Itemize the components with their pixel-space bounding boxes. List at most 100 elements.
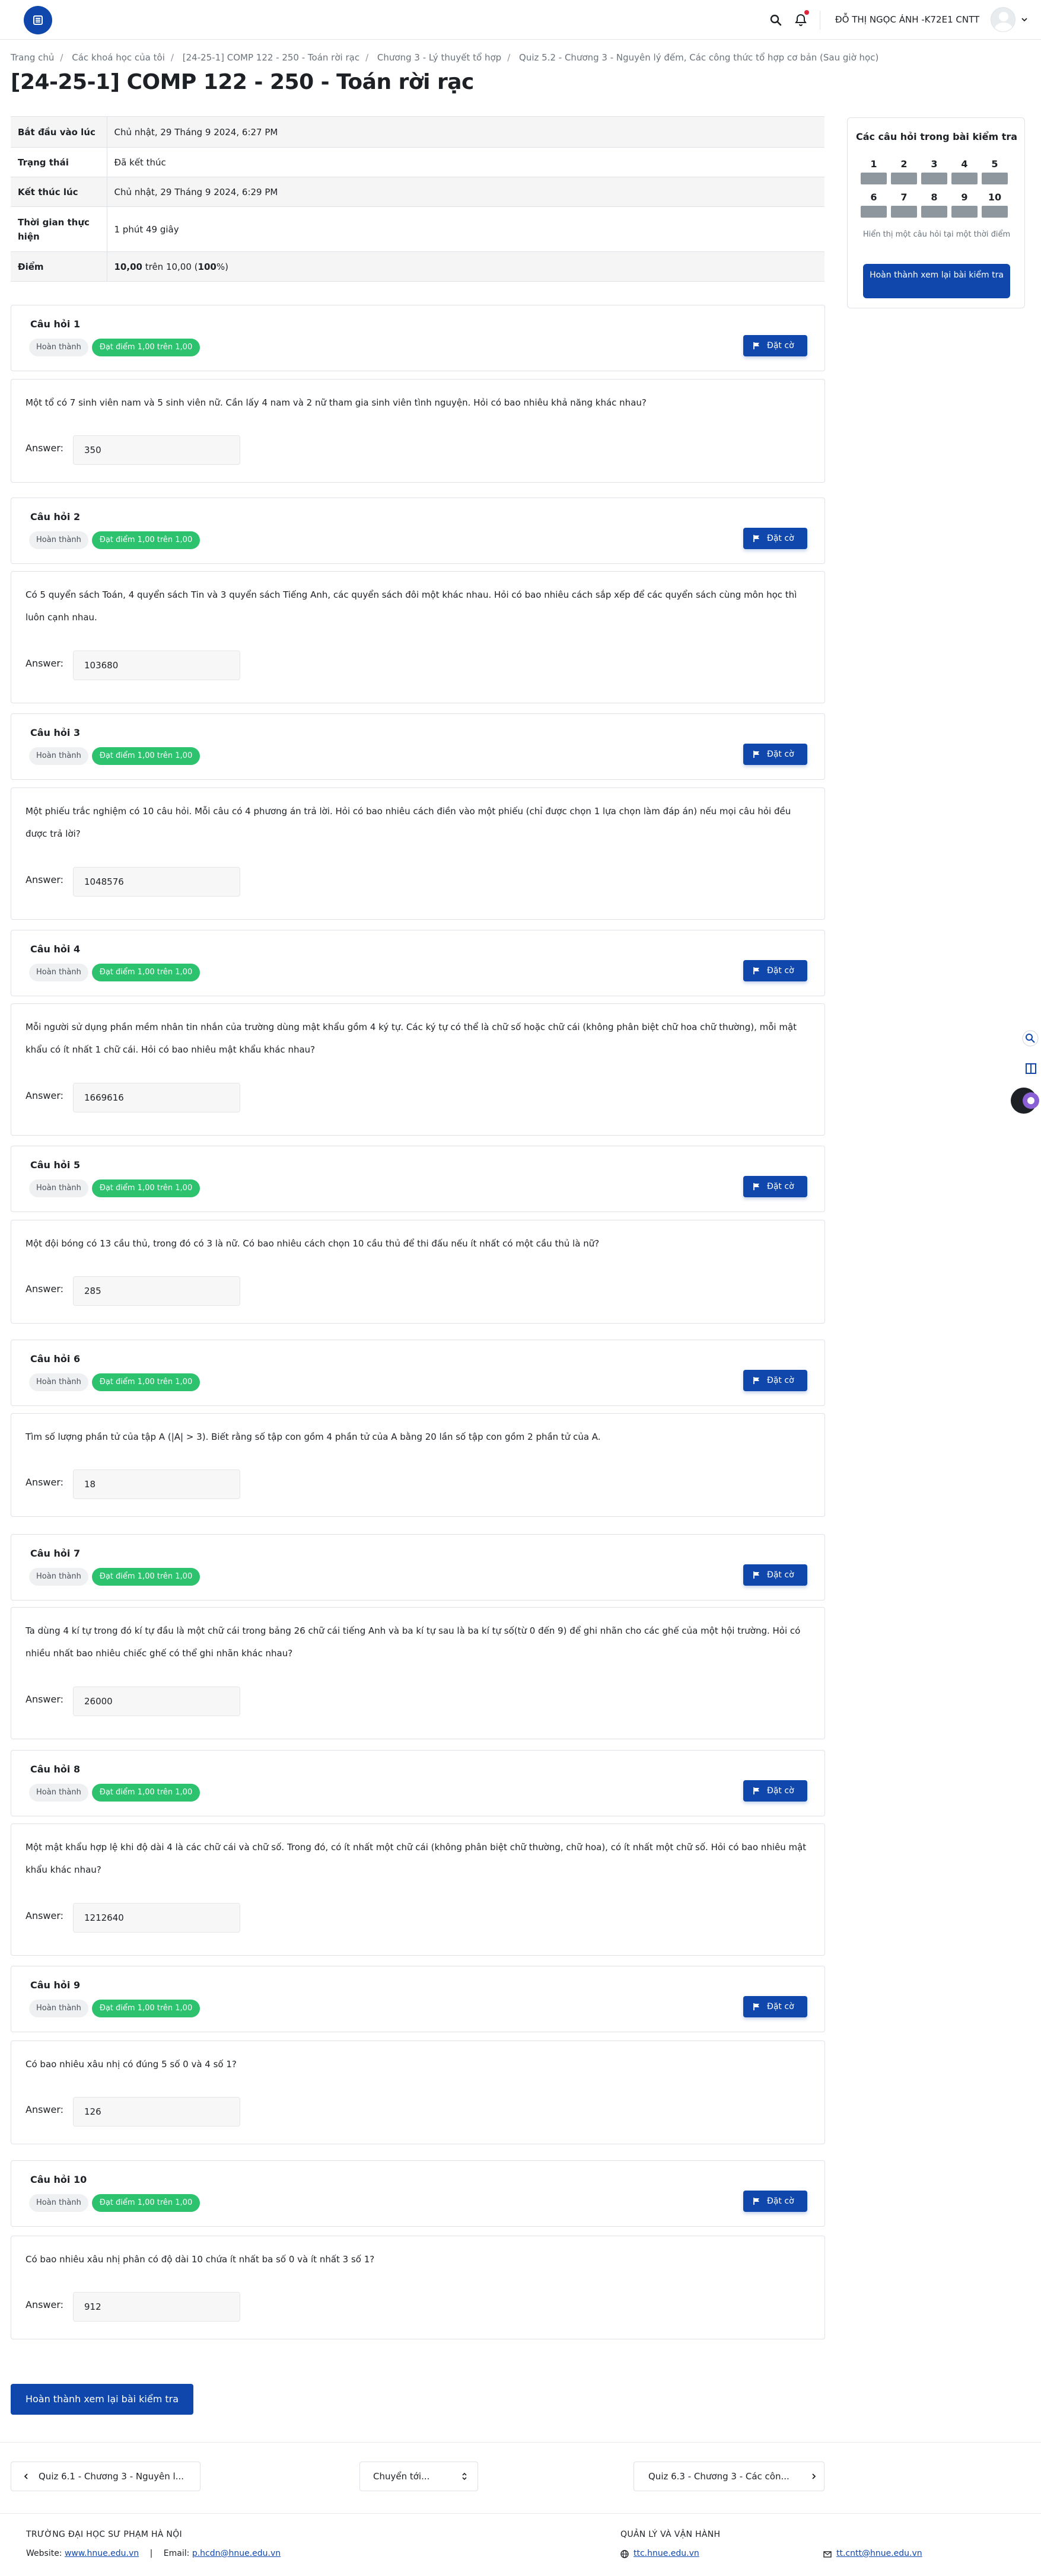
quiz-nav-button-number: 4 xyxy=(961,158,968,170)
bell-icon[interactable] xyxy=(794,13,808,27)
question-number: Câu hỏi 6 xyxy=(30,1353,81,1364)
quiz-nav-button[interactable]: 4 xyxy=(951,157,978,186)
finish-review-button[interactable]: Hoàn thành xem lại bài kiểm tra xyxy=(863,264,1010,298)
question-text: Một đội bóng có 13 cầu thủ, trong đó có … xyxy=(26,1238,600,1249)
flag-icon xyxy=(753,1183,759,1190)
quiz-nav-button[interactable]: 2 xyxy=(891,157,917,186)
question-content: Một đội bóng có 13 cầu thủ, trong đó có … xyxy=(11,1220,825,1324)
quiz-nav-button[interactable]: 7 xyxy=(891,190,917,219)
chat-widget-icon[interactable] xyxy=(1008,1085,1041,1116)
question-grade-badge: Đạt điểm 1,00 trên 1,00 xyxy=(92,2194,200,2212)
show-one-page-link[interactable]: Hiển thị một câu hỏi tại một thời điểm xyxy=(859,229,1014,240)
flag-icon xyxy=(753,967,759,974)
search-icon[interactable] xyxy=(769,13,783,27)
quiz-nav-button[interactable]: 8 xyxy=(921,190,947,219)
answer-field[interactable]: 1669616 xyxy=(73,1083,240,1112)
answer-label: Answer: xyxy=(26,1090,64,1101)
question-info: Câu hỏi 6 Hoàn thành Đạt điểm 1,00 trên 1,… xyxy=(11,1340,825,1406)
question-content: Có bao nhiêu xâu nhị phân có độ dài 10 c… xyxy=(11,2236,825,2339)
question-grade-badge: Đạt điểm 1,00 trên 1,00 xyxy=(92,1373,200,1391)
top-navbar: ĐỖ THỊ NGỌC ÁNH -K72E1 CNTT xyxy=(0,0,1041,40)
chevron-down-icon[interactable] xyxy=(1020,15,1029,24)
footer-contact: Website: www.hnue.edu.vn | Email: p.hcdn… xyxy=(26,2549,281,2558)
summary-label: Kết thúc lúc xyxy=(11,177,107,207)
question-grade-badge: Đạt điểm 1,00 trên 1,00 xyxy=(92,747,200,765)
quiz-nav-button[interactable]: 10 xyxy=(982,190,1008,219)
quiz-nav-status-bar xyxy=(921,173,947,184)
quiz-nav-status-bar xyxy=(951,206,978,218)
question-number: Câu hỏi 3 xyxy=(30,727,81,738)
summary-label: Trạng thái xyxy=(11,147,107,177)
question-number: Câu hỏi 9 xyxy=(30,1979,81,1991)
grade-percent: 100 xyxy=(198,261,217,272)
reader-widget-icon[interactable] xyxy=(1024,1061,1038,1076)
breadcrumb-section[interactable]: Chương 3 - Lý thuyết tổ hợp xyxy=(377,52,501,63)
question-number: Câu hỏi 10 xyxy=(30,2174,87,2185)
quiz-nav-button[interactable]: 9 xyxy=(951,190,978,219)
question-grade-badge: Đạt điểm 1,00 trên 1,00 xyxy=(92,531,200,549)
question-number: Câu hỏi 1 xyxy=(30,318,81,330)
question-text: Một tổ có 7 sinh viên nam và 5 sinh viên… xyxy=(26,397,647,408)
quiz-nav-button-number: 7 xyxy=(900,192,908,203)
next-activity-link[interactable]: Quiz 6.3 - Chương 3 - Các côn... xyxy=(633,2462,824,2491)
answer-field[interactable]: 126 xyxy=(73,2097,240,2127)
answer-field[interactable]: 285 xyxy=(73,1276,240,1306)
flag-question-button[interactable]: Đặt cờ xyxy=(743,335,807,356)
admin-email-link[interactable]: tt.cntt@hnue.edu.vn xyxy=(836,2549,922,2558)
quiz-nav-button[interactable]: 1 xyxy=(861,157,887,186)
flag-question-label: Đặt cờ xyxy=(767,534,794,543)
answer-field[interactable]: 1048576 xyxy=(73,867,240,897)
flag-question-button[interactable]: Đặt cờ xyxy=(743,1996,807,2017)
jump-to-select[interactable]: Chuyển tới... xyxy=(359,2462,478,2491)
quiz-nav-button-number: 9 xyxy=(961,192,968,203)
flag-question-button[interactable]: Đặt cờ xyxy=(743,2191,807,2212)
next-activity-label: Quiz 6.3 - Chương 3 - Các côn... xyxy=(648,2471,789,2482)
answer-field[interactable]: 1212640 xyxy=(73,1903,240,1933)
flag-question-button[interactable]: Đặt cờ xyxy=(743,1780,807,1802)
question-info: Câu hỏi 10 Hoàn thành Đạt điểm 1,00 trên 1… xyxy=(11,2160,825,2227)
question-text: Có 5 quyển sách Toán, 4 quyển sách Tin v… xyxy=(26,589,797,623)
flag-question-button[interactable]: Đặt cờ xyxy=(743,1370,807,1391)
flag-question-button[interactable]: Đặt cờ xyxy=(743,960,807,981)
avatar[interactable] xyxy=(991,7,1015,32)
admin-site-link[interactable]: ttc.hnue.edu.vn xyxy=(633,2549,699,2558)
flag-question-button[interactable]: Đặt cờ xyxy=(743,1176,807,1197)
answer-label: Answer: xyxy=(26,2299,64,2310)
answer-label: Answer: xyxy=(26,1910,64,1921)
website-link[interactable]: www.hnue.edu.vn xyxy=(65,2549,139,2558)
quiz-nav-button[interactable]: 3 xyxy=(921,157,947,186)
question-text: Có bao nhiêu xâu nhị có đúng 5 số 0 và 4… xyxy=(26,2059,237,2070)
breadcrumb-home[interactable]: Trang chủ xyxy=(11,52,54,63)
flag-icon xyxy=(753,1571,759,1579)
quiz-nav-status-bar xyxy=(861,173,887,184)
flag-question-button[interactable]: Đặt cờ xyxy=(743,528,807,549)
flag-icon xyxy=(753,535,759,542)
user-name[interactable]: ĐỖ THỊ NGỌC ÁNH -K72E1 CNTT xyxy=(835,14,979,25)
grade-score: 10,00 xyxy=(114,261,142,272)
quiz-nav-button[interactable]: 6 xyxy=(861,190,887,219)
answer-field[interactable]: 18 xyxy=(73,1469,240,1499)
question-number: Câu hỏi 7 xyxy=(30,1548,81,1559)
answer-label: Answer: xyxy=(26,658,64,669)
answer-field[interactable]: 912 xyxy=(73,2292,240,2322)
quiz-nav-status-bar xyxy=(861,206,887,218)
breadcrumb-my-courses[interactable]: Các khoá học của tôi xyxy=(72,52,165,63)
globe-icon xyxy=(620,2550,629,2558)
answer-field[interactable]: 350 xyxy=(73,435,240,465)
flag-question-button[interactable]: Đặt cờ xyxy=(743,744,807,765)
finish-review-main-button[interactable]: Hoàn thành xem lại bài kiểm tra xyxy=(11,2384,193,2415)
settings-widget-icon[interactable] xyxy=(1021,1029,1039,1047)
previous-activity-link[interactable]: Quiz 6.1 - Chương 3 - Nguyên l... xyxy=(11,2462,200,2491)
question-content: Một phiếu trắc nghiệm có 10 câu hỏi. Mỗi… xyxy=(11,788,825,920)
flag-question-button[interactable]: Đặt cờ xyxy=(743,1564,807,1586)
question-number: Câu hỏi 5 xyxy=(30,1159,81,1171)
flag-question-label: Đặt cờ xyxy=(767,1570,794,1580)
answer-field[interactable]: 26000 xyxy=(73,1686,240,1716)
quiz-nav-button[interactable]: 5 xyxy=(982,157,1008,186)
flag-question-label: Đặt cờ xyxy=(767,1182,794,1191)
breadcrumb-quiz[interactable]: Quiz 5.2 - Chương 3 - Nguyên lý đếm, Các… xyxy=(519,52,878,63)
email-link[interactable]: p.hcdn@hnue.edu.vn xyxy=(192,2549,281,2558)
breadcrumb-course[interactable]: [24-25-1] COMP 122 - 250 - Toán rời rạc xyxy=(183,52,359,63)
menu-button[interactable] xyxy=(24,6,52,34)
answer-field[interactable]: 103680 xyxy=(73,651,240,680)
